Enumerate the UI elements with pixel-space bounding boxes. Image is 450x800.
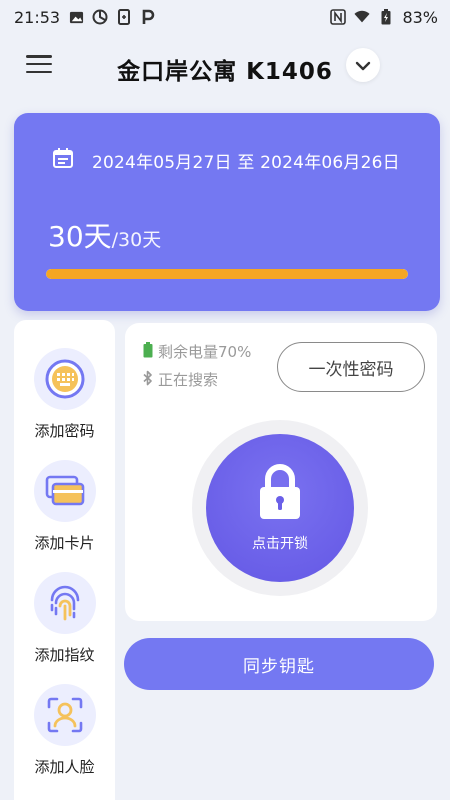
status-right: 83% bbox=[330, 8, 438, 27]
lease-progress-bar bbox=[46, 269, 408, 279]
page-title: 金口岸公寓 K1406 bbox=[117, 59, 333, 85]
status-left: 21:53 bbox=[14, 8, 156, 27]
lock-card: 剩余电量70% 正在搜索 一次性密码 点击开锁 bbox=[125, 323, 437, 621]
lease-date-range: 2024年05月27日 至 2024年06月26日 bbox=[92, 152, 400, 173]
header: 金口岸公寓 K1406 bbox=[0, 40, 450, 96]
add-face-item[interactable]: 添加人脸 bbox=[14, 684, 115, 777]
add-card-item[interactable]: 添加卡片 bbox=[14, 460, 115, 553]
lock-battery-status: 剩余电量70% bbox=[143, 341, 251, 362]
one-time-password-button[interactable]: 一次性密码 bbox=[277, 342, 425, 392]
unlock-label: 点击开锁 bbox=[252, 536, 308, 552]
image-icon bbox=[68, 9, 84, 25]
lease-progress-fill bbox=[46, 269, 408, 279]
sync-keys-button[interactable]: 同步钥匙 bbox=[124, 638, 434, 690]
phone-sync-icon bbox=[116, 9, 132, 25]
days-used: 30天 bbox=[48, 220, 112, 253]
nfc-icon bbox=[330, 9, 347, 25]
add-password-item[interactable]: 添加密码 bbox=[14, 348, 115, 441]
add-fingerprint-label: 添加指纹 bbox=[34, 646, 95, 664]
battery-percent: 83% bbox=[402, 7, 438, 27]
keypad-icon bbox=[33, 348, 96, 410]
add-credential-panel: 添加密码 添加卡片 添加指纹 添加人脸 bbox=[14, 320, 115, 800]
bluetooth-status-text: 正在搜索 bbox=[158, 371, 219, 389]
bluetooth-status: 正在搜索 bbox=[143, 369, 218, 390]
unlock-ring: 点击开锁 bbox=[192, 420, 368, 596]
fingerprint-icon bbox=[33, 572, 96, 634]
chevron-down-icon bbox=[355, 56, 371, 75]
calendar-icon bbox=[52, 147, 74, 173]
add-face-label: 添加人脸 bbox=[34, 758, 95, 776]
battery-level-icon bbox=[143, 341, 153, 362]
lease-date-row: 2024年05月27日 至 2024年06月26日 bbox=[52, 147, 400, 173]
card-icon bbox=[33, 460, 96, 522]
add-fingerprint-item[interactable]: 添加指纹 bbox=[14, 572, 115, 665]
face-icon bbox=[33, 684, 96, 746]
parking-app-icon bbox=[140, 9, 156, 25]
bluetooth-icon bbox=[143, 370, 153, 390]
lease-days: 30天 /30天 bbox=[48, 215, 161, 255]
battery-remaining-text: 剩余电量70% bbox=[158, 343, 252, 361]
battery-icon bbox=[378, 9, 394, 25]
status-time: 21:53 bbox=[14, 7, 61, 27]
add-password-label: 添加密码 bbox=[34, 422, 95, 440]
days-total: /30天 bbox=[111, 229, 162, 251]
add-card-label: 添加卡片 bbox=[34, 534, 95, 552]
sync-status-icon bbox=[92, 9, 108, 25]
lease-card: 2024年05月27日 至 2024年06月26日 30天 /30天 bbox=[14, 113, 440, 311]
status-bar: 21:53 83% bbox=[0, 0, 450, 34]
room-switch-button[interactable] bbox=[346, 48, 380, 82]
lock-icon bbox=[256, 463, 304, 525]
unlock-button[interactable]: 点击开锁 bbox=[206, 434, 354, 582]
wifi-icon bbox=[354, 9, 370, 25]
